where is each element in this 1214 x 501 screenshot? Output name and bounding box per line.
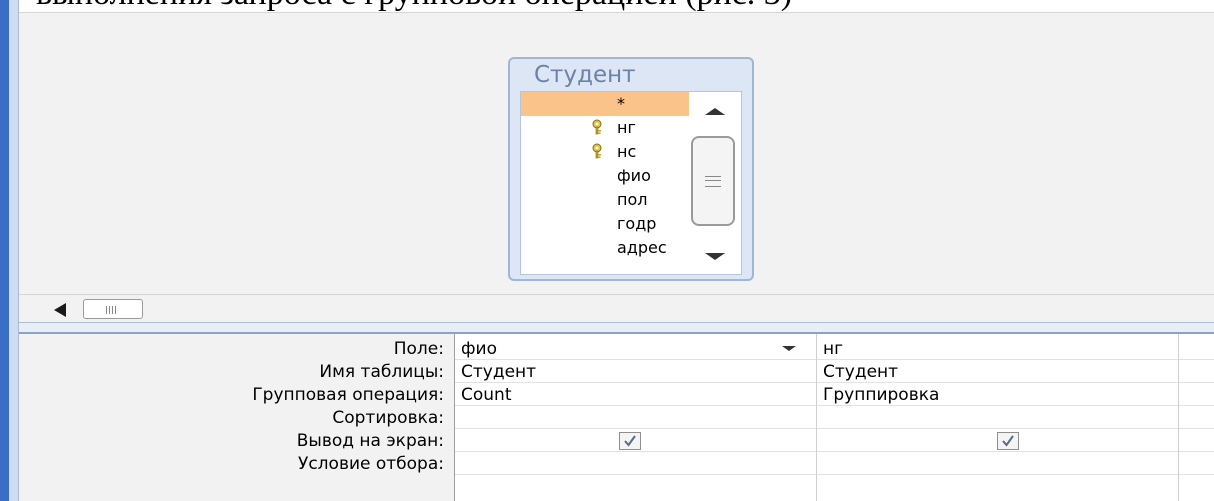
checkmark-icon	[624, 435, 636, 447]
chevron-down-icon[interactable]	[782, 346, 796, 351]
window-frame-inner	[9, 0, 19, 501]
pane-splitter[interactable]	[19, 322, 1214, 334]
field-list-item[interactable]: нс	[521, 140, 689, 164]
field-list-item-label: годр	[617, 214, 657, 233]
row-label-show: Вывод на экран:	[296, 431, 444, 451]
horizontal-scroll-thumb[interactable]	[83, 299, 143, 319]
row-label-field: Поле:	[393, 339, 444, 359]
field-list-item[interactable]: *	[521, 92, 689, 116]
table-cell[interactable]: Студент	[461, 361, 536, 383]
table-title[interactable]: Студент	[534, 62, 636, 88]
grid-column-1[interactable]: фио Студент Count	[455, 334, 817, 501]
total-cell[interactable]: Группировка	[823, 384, 939, 406]
design-pane-horizontal-scrollbar[interactable]	[19, 294, 1214, 323]
query-design-pane[interactable]: Студент * нг нс фио пол годр адрес	[19, 12, 1214, 295]
field-list-item-label: нг	[617, 118, 636, 137]
row-label-table: Имя таблицы:	[319, 362, 444, 382]
scroll-thumb[interactable]	[691, 136, 735, 226]
row-label-criteria: Условие отбора:	[297, 454, 444, 474]
field-list-vertical-scrollbar[interactable]	[689, 92, 741, 274]
field-list-item[interactable]: адрес	[521, 236, 689, 260]
field-list-item-label: адрес	[617, 238, 667, 257]
field-cell[interactable]: фио	[461, 338, 497, 360]
scroll-down-arrow-icon[interactable]	[705, 253, 725, 260]
field-list-item[interactable]: фио	[521, 164, 689, 188]
show-checkbox[interactable]	[619, 432, 641, 450]
key-icon	[592, 119, 602, 135]
row-label-total: Групповая операция:	[252, 385, 444, 405]
grid-column-2[interactable]: нг Студент Группировка	[817, 334, 1179, 501]
total-cell[interactable]: Count	[461, 384, 512, 406]
table-cell[interactable]: Студент	[823, 361, 898, 383]
grip-icon	[705, 176, 721, 187]
field-list-item-label: нс	[617, 142, 637, 161]
show-checkbox[interactable]	[997, 432, 1019, 450]
checkmark-icon	[1002, 435, 1014, 447]
document-text: выполнения запроса с групповой операцией…	[36, 0, 1196, 12]
field-list-item[interactable]: пол	[521, 188, 689, 212]
grid-row-labels: Поле: Имя таблицы: Групповая операция: С…	[19, 334, 455, 501]
field-list-item-label: пол	[617, 190, 648, 209]
field-cell[interactable]: нг	[823, 338, 843, 360]
field-list-item-label: *	[617, 94, 625, 113]
field-list[interactable]: * нг нс фио пол годр адрес	[520, 91, 742, 275]
grip-icon	[106, 306, 118, 314]
field-list-item[interactable]: нг	[521, 116, 689, 140]
table-field-list-window[interactable]: Студент * нг нс фио пол годр адрес	[508, 57, 754, 281]
key-icon	[592, 143, 602, 159]
window-frame-left	[0, 0, 9, 501]
scroll-left-arrow-icon[interactable]	[54, 303, 66, 317]
row-label-sort: Сортировка:	[332, 408, 444, 428]
query-design-grid[interactable]: Поле: Имя таблицы: Групповая операция: С…	[19, 334, 1214, 501]
field-list-item-label: фио	[617, 166, 651, 185]
field-list-item[interactable]: годр	[521, 212, 689, 236]
scroll-up-arrow-icon[interactable]	[705, 108, 725, 115]
grid-column-3[interactable]	[1179, 334, 1214, 501]
